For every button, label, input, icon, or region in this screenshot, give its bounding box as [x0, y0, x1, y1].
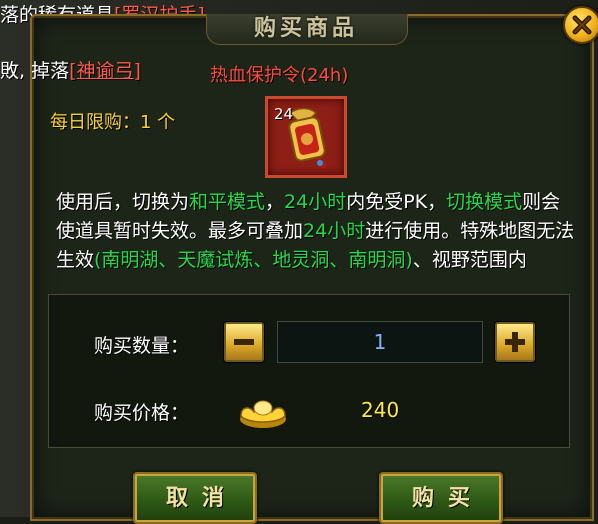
chat-item-link[interactable]: [神谕弓]: [69, 60, 141, 82]
quantity-label: 购买数量：: [94, 335, 190, 357]
desc-highlight: (南明湖、天魔试炼、地灵洞、南明洞): [94, 249, 413, 271]
desc-text: ，: [265, 191, 285, 213]
price-label: 购买价格：: [94, 402, 190, 424]
item-icon-slot[interactable]: 24: [265, 96, 347, 178]
desc-text: 内免受PK，: [346, 191, 447, 213]
desc-text: 使用后，切换为: [56, 191, 190, 213]
chat-text: 敗, 掉落: [0, 60, 70, 82]
daily-limit-label: 每日限购：1 个: [50, 112, 176, 133]
gold-ingot-icon: [240, 400, 286, 428]
dialog-title: 购买商品: [253, 16, 358, 41]
desc-highlight: 和平模式: [189, 191, 266, 213]
minus-icon: [234, 339, 254, 345]
close-x-icon: [572, 15, 592, 35]
close-button[interactable]: [563, 6, 598, 44]
desc-highlight: 切换模式: [446, 191, 523, 213]
plus-icon: [505, 332, 525, 352]
buy-button[interactable]: 购买: [379, 472, 503, 524]
stack-count: 24: [274, 105, 294, 123]
increase-quantity-button[interactable]: [495, 322, 535, 362]
item-description: 使用后，切换为和平模式，24小时内免受PK，切换模式则会使道具暂时失效。最多可叠…: [56, 188, 576, 274]
quantity-input[interactable]: [277, 321, 483, 363]
item-name: 热血保护令(24h): [210, 65, 349, 86]
desc-highlight: 24小时: [303, 220, 366, 242]
cancel-button[interactable]: 取消: [133, 472, 257, 524]
chat-message-2: 敗, 掉落[神谕弓]: [0, 56, 141, 83]
decrease-quantity-button[interactable]: [224, 322, 264, 362]
desc-highlight: 24小时: [284, 191, 347, 213]
price-value: 240: [361, 398, 400, 422]
